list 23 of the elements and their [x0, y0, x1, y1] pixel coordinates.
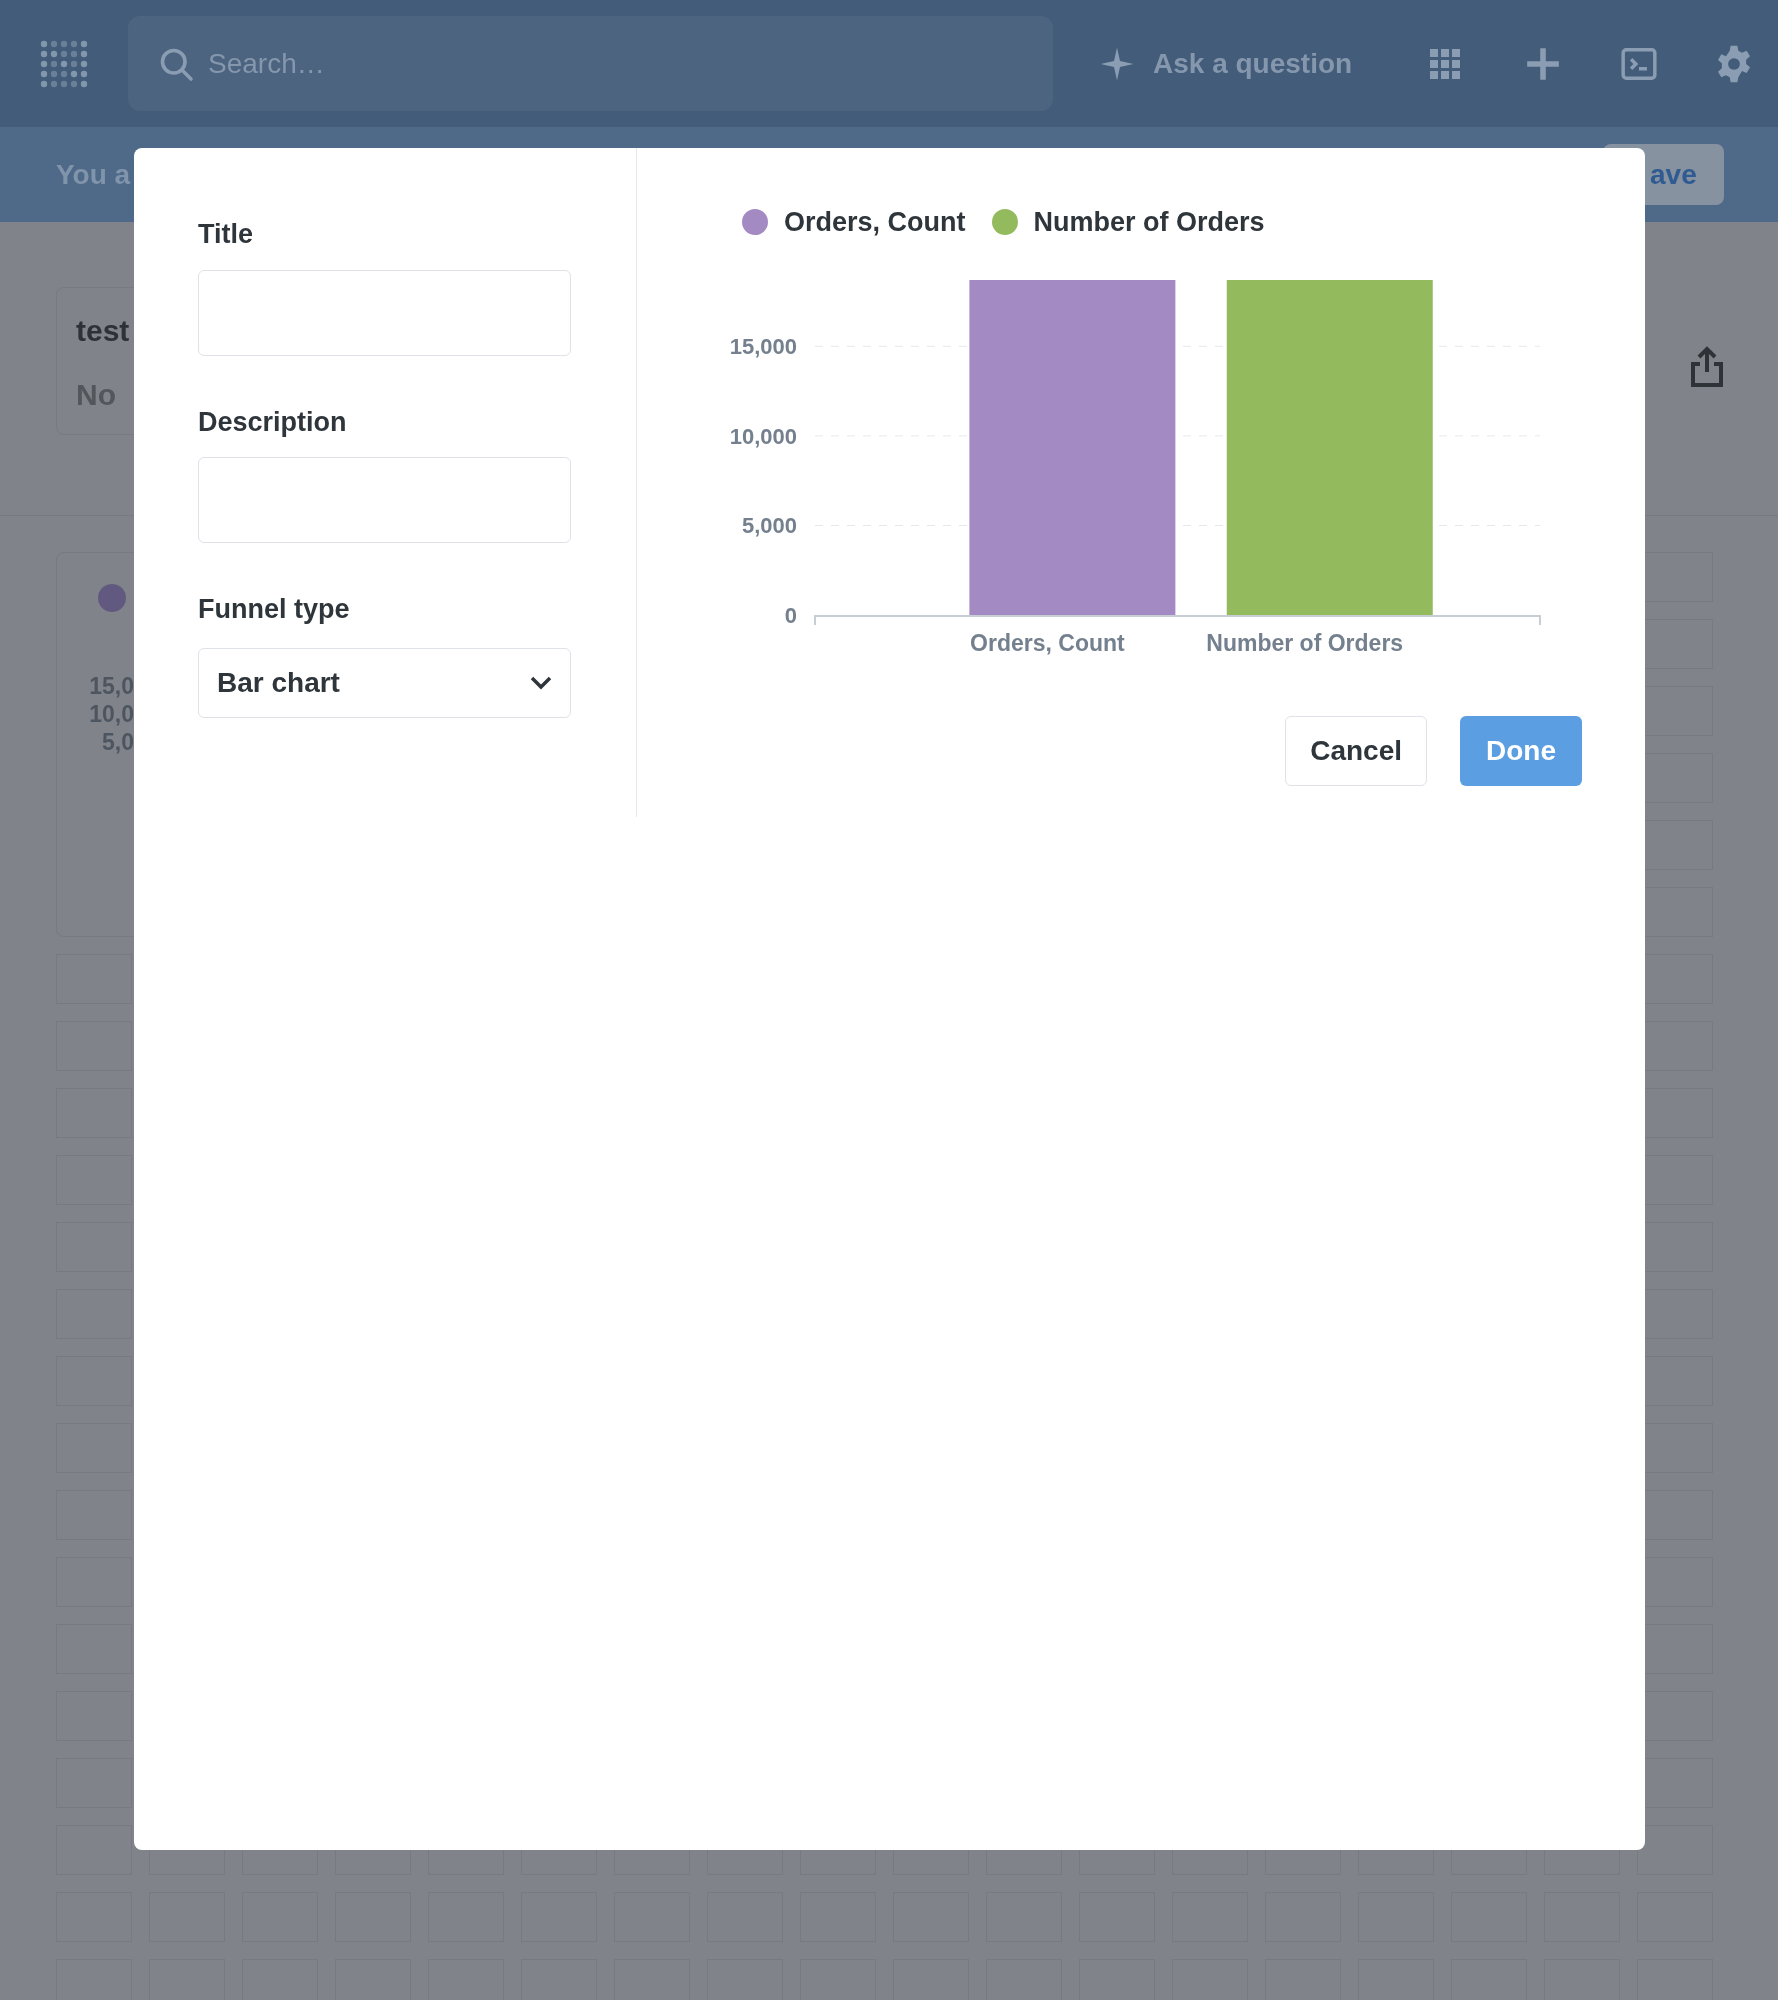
share-icon[interactable] — [1690, 346, 1724, 388]
cancel-button[interactable]: Cancel — [1285, 716, 1427, 786]
legend-label: Orders, Count — [784, 205, 966, 239]
funnel-type-select[interactable]: Bar chart — [198, 647, 571, 718]
axis-tick-label: 5,000 — [741, 513, 797, 539]
apps-grid-icon[interactable] — [1430, 48, 1461, 79]
ask-question-button[interactable]: Ask a question — [1099, 42, 1353, 85]
search-field[interactable]: Search… — [128, 16, 1053, 111]
done-button[interactable]: Done — [1460, 716, 1582, 786]
chevron-down-icon — [530, 675, 552, 690]
input-field[interactable] — [198, 457, 571, 543]
category-label: Orders, Count — [970, 630, 1125, 656]
field-label: Funnel type — [198, 593, 351, 626]
axis-tick-label: 0 — [784, 603, 797, 628]
input-field[interactable] — [198, 269, 571, 356]
field-label: Title — [198, 218, 254, 251]
search-icon — [158, 46, 194, 82]
card-title: test — [76, 313, 130, 349]
axis-tick-label: 10,000 — [729, 423, 797, 449]
category-label: Number of Orders — [1206, 630, 1404, 656]
legend-label: Number of Orders — [1033, 205, 1265, 239]
axis-tick-label: 15,000 — [729, 334, 797, 360]
field-label: Description — [198, 405, 348, 439]
